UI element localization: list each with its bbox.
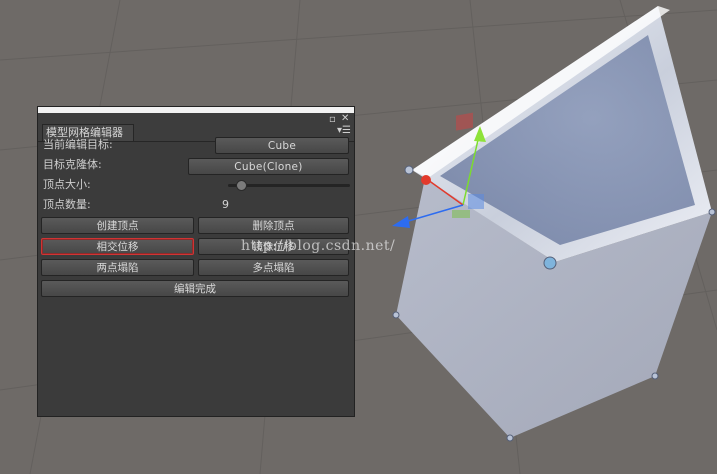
vertex-handle[interactable]: [708, 208, 716, 216]
vertex-handle[interactable]: [404, 165, 414, 175]
target-object-field[interactable]: Cube: [215, 137, 349, 154]
vertex-handle[interactable]: [392, 311, 400, 319]
vertex-size-label: 顶点大小:: [43, 178, 91, 191]
delete-vertex-button[interactable]: 删除顶点: [198, 217, 349, 234]
two-point-collapse-button[interactable]: 两点塌陷: [41, 259, 194, 276]
intersect-move-button[interactable]: 相交位移: [41, 238, 194, 255]
vertex-handle[interactable]: [543, 256, 557, 270]
mesh-editor-window: 模型网格编辑器 ▫ ✕ ▾☰ 当前编辑目标: Cube 目标克隆体: Cube(…: [37, 106, 355, 417]
vertex-size-slider-thumb[interactable]: [235, 180, 247, 191]
vertex-count-label: 顶点数量:: [43, 198, 91, 211]
clone-label: 目标克隆体:: [43, 158, 102, 171]
finish-edit-button[interactable]: 编辑完成: [41, 280, 349, 297]
vertex-handle[interactable]: [651, 372, 659, 380]
menu-icon[interactable]: ▾☰: [337, 126, 351, 136]
maximize-icon[interactable]: ▫: [329, 115, 336, 125]
multi-point-collapse-button[interactable]: 多点塌陷: [198, 259, 349, 276]
target-label: 当前编辑目标:: [43, 138, 113, 151]
vertex-count-value: 9: [222, 198, 229, 211]
vertex-handle[interactable]: [506, 434, 514, 442]
close-icon[interactable]: ✕: [341, 114, 349, 124]
clone-object-field[interactable]: Cube(Clone): [188, 158, 349, 175]
watermark-text: http://blog.csdn.net/: [241, 238, 396, 254]
x-axis-handle-icon: [421, 175, 431, 185]
create-vertex-button[interactable]: 创建顶点: [41, 217, 194, 234]
